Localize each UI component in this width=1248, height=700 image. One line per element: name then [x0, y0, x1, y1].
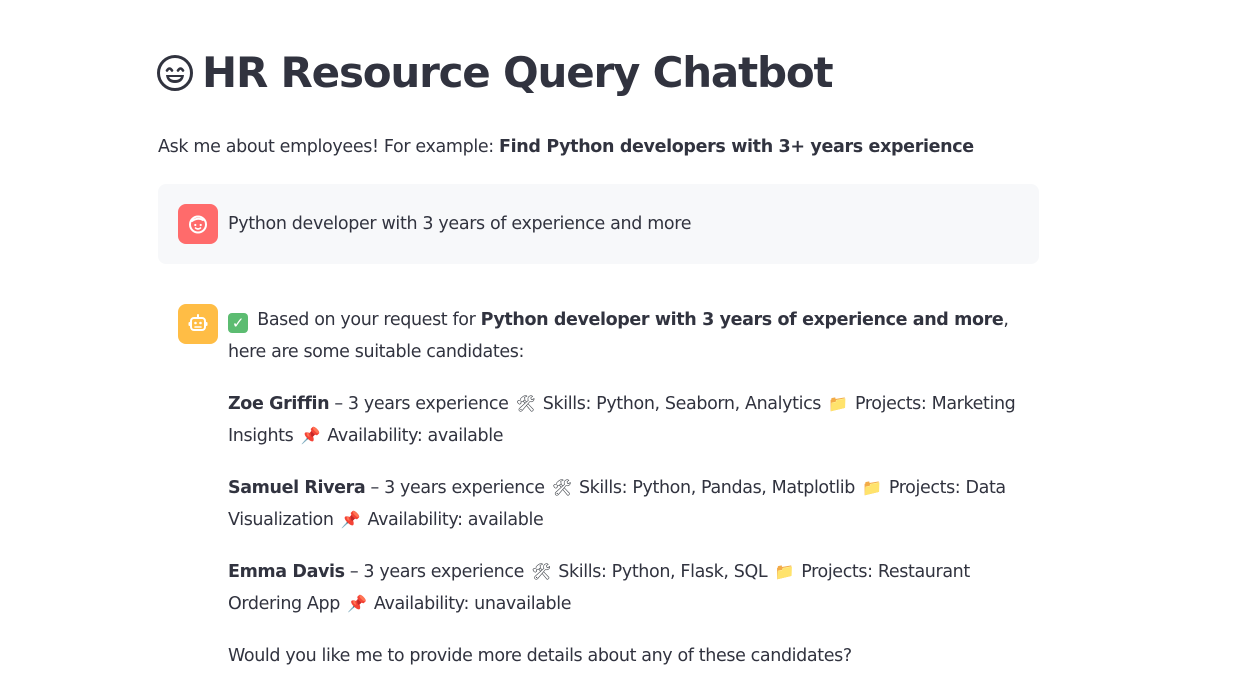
page-title: HR Resource Query Chatbot [156, 48, 834, 97]
assistant-intro-query: Python developer with 3 years of experie… [480, 310, 1004, 330]
candidate-item: Emma Davis – 3 years experience 🛠 Skills… [228, 556, 1028, 620]
intro-prefix: Ask me about employees! For example: [158, 137, 500, 157]
candidate-skills: Skills: Python, Flask, SQL [553, 562, 773, 582]
assistant-intro-prefix: Based on your request for [257, 310, 481, 330]
user-message: Python developer with 3 years of experie… [158, 184, 1039, 264]
candidate-availability: Availability: unavailable [368, 594, 572, 614]
page-title-text: HR Resource Query Chatbot [202, 48, 834, 97]
candidate-availability: Availability: available [362, 510, 544, 530]
user-face-icon [189, 215, 207, 234]
candidate-name: Emma Davis [228, 562, 345, 582]
folder-icon: 📁 [862, 478, 882, 497]
candidate-experience: – 3 years experience [344, 562, 530, 582]
candidate-experience: – 3 years experience [365, 478, 550, 498]
user-avatar [178, 204, 218, 244]
folder-icon: 📁 [774, 562, 795, 581]
assistant-closing: Would you like me to provide more detail… [228, 646, 852, 666]
candidate-skills: Skills: Python, Pandas, Matplotlib [573, 478, 861, 498]
candidate-item: Zoe Griffin – 3 years experience 🛠 Skill… [228, 388, 1028, 452]
user-message-text: Python developer with 3 years of experie… [228, 214, 692, 234]
pushpin-icon: 📌 [340, 510, 361, 529]
candidate-availability: Availability: available [322, 426, 504, 446]
hammer-wrench-icon: 🛠 [531, 562, 552, 581]
check-mark-icon: ✓ [228, 313, 248, 333]
assistant-message-body: ✓ Based on your request for Python devel… [228, 304, 1028, 692]
grinning-face-icon [156, 54, 194, 92]
folder-icon: 📁 [828, 394, 848, 413]
pushpin-icon: 📌 [347, 594, 367, 613]
hammer-wrench-icon: 🛠 [551, 478, 572, 497]
pushpin-icon: 📌 [300, 426, 321, 445]
candidate-name: Samuel Rivera [228, 478, 366, 498]
candidate-name: Zoe Griffin [228, 394, 330, 414]
intro-text: Ask me about employees! For example: Fin… [158, 134, 974, 160]
candidate-experience: – 3 years experience [329, 394, 514, 414]
assistant-avatar [178, 304, 218, 344]
hammer-wrench-icon: 🛠 [515, 394, 536, 413]
intro-example: Find Python developers with 3+ years exp… [499, 137, 974, 157]
candidate-skills: Skills: Python, Seaborn, Analytics [537, 394, 827, 414]
candidate-item: Samuel Rivera – 3 years experience 🛠 Ski… [228, 472, 1028, 536]
robot-icon [188, 314, 208, 331]
assistant-intro: ✓ Based on your request for Python devel… [228, 304, 1028, 368]
